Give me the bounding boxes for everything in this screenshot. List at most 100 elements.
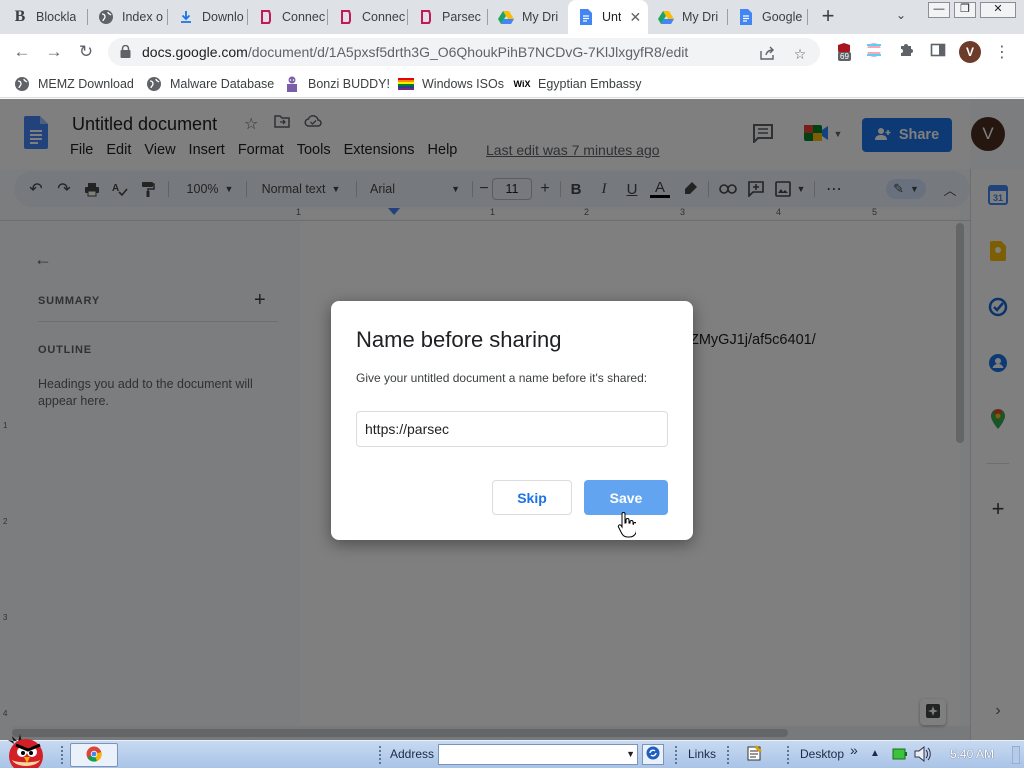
toolbar-overflow-chevron[interactable]: »	[850, 742, 858, 758]
dropdown-arrow-icon[interactable]: ▼	[626, 749, 635, 759]
parsec-icon	[418, 9, 434, 25]
chrome-menu-icon[interactable]: ⋮	[992, 42, 1012, 62]
bookmark-label: Windows ISOs	[422, 77, 504, 91]
battery-icon[interactable]	[892, 748, 908, 763]
bookmark-star-icon[interactable]: ☆	[790, 46, 810, 66]
bookmark-windows-isos[interactable]: Windows ISOs	[398, 76, 504, 92]
tab-my-drive-1[interactable]: My Dri	[488, 0, 568, 34]
drive-icon	[498, 9, 514, 25]
profile-avatar[interactable]: V	[959, 41, 981, 63]
wix-icon: WiX	[513, 79, 531, 89]
tab-title: My Dri	[522, 10, 559, 24]
docs-icon	[578, 9, 594, 25]
bookmark-memz[interactable]: MEMZ Download	[14, 76, 134, 92]
forward-arrow-icon[interactable]: →	[42, 40, 66, 64]
share-page-icon[interactable]	[758, 46, 778, 66]
desktop-label[interactable]: Desktop	[800, 747, 844, 761]
show-desktop-button[interactable]	[1011, 745, 1021, 767]
tab-strip: B Blockla Index o Downlo Connec Connec P…	[0, 0, 1024, 34]
url-path: /document/d/1A5pxsf5drth3G_O6QhoukPihB7N…	[247, 44, 689, 60]
download-icon	[178, 9, 194, 25]
notepad-icon[interactable]	[746, 744, 764, 765]
tab-connect-1[interactable]: Connec	[248, 0, 328, 34]
close-tab-icon[interactable]: ✕	[629, 9, 641, 26]
bold-b-icon: B	[14, 8, 26, 25]
save-button[interactable]: Save	[584, 480, 668, 515]
tab-title: Unt	[602, 10, 622, 24]
drive-icon	[658, 9, 674, 25]
extension-flag-icon[interactable]	[864, 42, 884, 62]
tab-parsec[interactable]: Parsec	[408, 0, 488, 34]
taskbar-address-input[interactable]: ▼	[438, 744, 638, 765]
taskbar-clock[interactable]: 5:40 AM	[950, 747, 994, 761]
tab-title: Index o	[122, 10, 164, 24]
tab-google[interactable]: Google	[728, 0, 808, 34]
extension-badge-count: 69	[838, 52, 851, 61]
volume-icon[interactable]	[914, 745, 932, 765]
dialog-message: Give your untitled document a name befor…	[356, 371, 648, 385]
dialog-title: Name before sharing	[356, 327, 562, 352]
toolbar-grip[interactable]	[726, 745, 730, 765]
minimize-window-button[interactable]: —	[928, 2, 950, 18]
skip-button[interactable]: Skip	[492, 480, 572, 515]
tab-index[interactable]: Index o	[88, 0, 168, 34]
parsec-icon	[258, 9, 274, 25]
bookmark-label: Malware Database	[170, 77, 275, 91]
tab-title: Downlo	[202, 10, 244, 24]
tab-title: Google	[762, 10, 803, 24]
tab-my-drive-2[interactable]: My Dri	[648, 0, 728, 34]
links-label[interactable]: Links	[688, 747, 716, 761]
toolbar-grip[interactable]	[674, 745, 678, 765]
new-tab-button[interactable]: +	[818, 5, 838, 29]
close-window-button[interactable]: ✕	[980, 2, 1016, 18]
side-panel-icon[interactable]	[928, 42, 948, 62]
toolbar-grip[interactable]	[378, 745, 382, 765]
bookmark-bonzi-buddy[interactable]: Bonzi BUDDY!	[284, 76, 390, 92]
address-toolbar: ← → ↻ docs.google.com/document/d/1A5pxsf…	[0, 34, 1024, 70]
back-arrow-icon[interactable]: ←	[10, 40, 34, 64]
address-label: Address	[390, 747, 435, 761]
rainbow-flag-icon	[398, 76, 414, 92]
hand-pointer-cursor-icon	[616, 512, 637, 538]
globe-icon	[14, 76, 30, 92]
url-host: docs.google.com	[142, 44, 248, 60]
bookmarks-bar: MEMZ Download Malware Database Bonzi BUD…	[0, 70, 1024, 98]
extensions-puzzle-icon[interactable]	[896, 42, 916, 62]
toolbar-grip[interactable]	[786, 745, 790, 765]
windows-taskbar: Address ▼ Links Desktop » ▲ 5:40 AM	[0, 740, 1024, 768]
taskbar-chrome-button[interactable]	[70, 743, 118, 767]
go-button[interactable]	[642, 744, 664, 765]
tab-untitled-active[interactable]: Unt ✕	[568, 0, 648, 34]
tab-title: My Dri	[682, 10, 719, 24]
chrome-icon	[86, 746, 102, 765]
bookmark-label: MEMZ Download	[38, 77, 134, 91]
parsec-icon	[338, 9, 354, 25]
refresh-go-icon	[646, 746, 660, 763]
globe-icon	[98, 9, 114, 25]
globe-icon	[146, 76, 162, 92]
docs-icon	[738, 9, 754, 25]
bookmark-label: Bonzi BUDDY!	[308, 77, 390, 91]
tab-search-chevron-icon[interactable]: ⌄	[896, 8, 906, 22]
name-before-sharing-dialog: Name before sharing Give your untitled d…	[331, 301, 693, 540]
reload-icon[interactable]: ↻	[74, 40, 98, 64]
tab-title: Connec	[282, 10, 326, 24]
bonzi-icon	[284, 76, 300, 92]
lock-icon	[120, 44, 131, 61]
tab-title: Blockla	[36, 10, 77, 24]
angry-bird-start-icon[interactable]	[2, 730, 54, 768]
show-hidden-icons-arrow[interactable]: ▲	[870, 748, 880, 759]
toolbar-grip[interactable]	[60, 745, 64, 765]
url-text: docs.google.com/document/d/1A5pxsf5drth3…	[142, 44, 688, 60]
tab-title: Parsec	[442, 10, 481, 24]
tab-connect-2[interactable]: Connec	[328, 0, 408, 34]
tab-title: Connec	[362, 10, 406, 24]
tab-download[interactable]: Downlo	[168, 0, 248, 34]
restore-window-button[interactable]: ❐	[954, 2, 976, 18]
bookmark-label: Egyptian Embassy	[538, 77, 642, 91]
document-name-input[interactable]	[356, 411, 668, 447]
bookmark-malware-database[interactable]: Malware Database	[146, 76, 274, 92]
tab-blockla[interactable]: B Blockla	[2, 0, 88, 34]
omnibox[interactable]: docs.google.com/document/d/1A5pxsf5drth3…	[108, 38, 820, 66]
bookmark-egyptian-embassy[interactable]: WiX Egyptian Embassy	[514, 76, 642, 92]
